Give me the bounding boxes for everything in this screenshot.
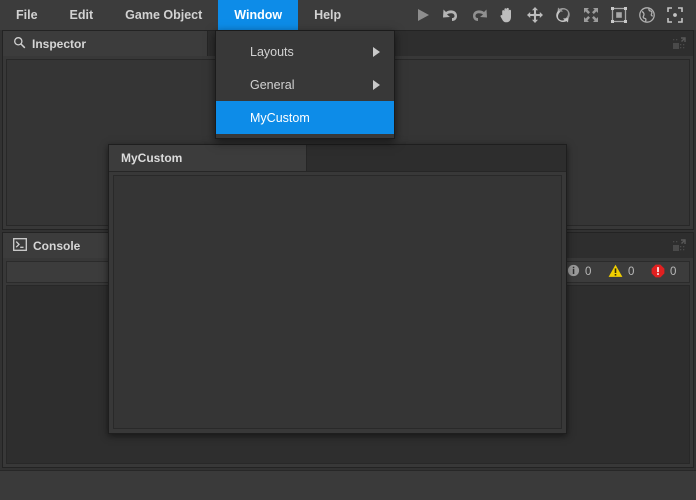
submenu-arrow-icon — [373, 79, 380, 90]
tab-inspector-label: Inspector — [32, 36, 87, 51]
menu-bar: File Edit Game Object Window Help — [0, 0, 696, 30]
status-bar — [0, 470, 696, 500]
console-counter-info-value: 0 — [585, 266, 592, 278]
menu-game-object[interactable]: Game Object — [109, 0, 218, 30]
play-icon[interactable] — [410, 2, 436, 28]
mycustom-content — [113, 175, 562, 429]
move-tool-icon[interactable] — [522, 2, 548, 28]
undo-icon[interactable] — [438, 2, 464, 28]
tab-mycustom[interactable]: MyCustom — [109, 145, 307, 171]
menu-item-mycustom[interactable]: MyCustom — [216, 101, 394, 134]
tab-mycustom-label: MyCustom — [121, 151, 183, 165]
menu-item-general-label: General — [250, 77, 295, 92]
maximize-icon[interactable] — [671, 36, 687, 52]
menu-edit[interactable]: Edit — [54, 0, 110, 30]
console-counter-warning[interactable]: 0 — [600, 264, 643, 281]
globe-icon[interactable] — [634, 2, 660, 28]
rect-transform-icon[interactable] — [606, 2, 632, 28]
menu-help[interactable]: Help — [298, 0, 357, 30]
search-icon — [13, 36, 26, 52]
hand-tool-icon[interactable] — [494, 2, 520, 28]
menu-file[interactable]: File — [0, 0, 54, 30]
mycustom-window: MyCustom — [108, 144, 567, 434]
menu-item-mycustom-label: MyCustom — [250, 110, 310, 125]
info-icon — [567, 264, 580, 280]
unity-editor-window: File Edit Game Object Window Help Inspec… — [0, 0, 696, 500]
warning-icon — [608, 264, 623, 281]
menu-item-layouts[interactable]: Layouts — [216, 35, 394, 68]
console-terminal-icon — [13, 237, 27, 254]
window-dropdown-menu: Layouts General MyCustom — [215, 30, 395, 139]
menu-item-general[interactable]: General — [216, 68, 394, 101]
console-counter-error-value: 0 — [670, 266, 677, 278]
tab-console-label: Console — [33, 238, 81, 253]
redo-icon[interactable] — [466, 2, 492, 28]
rotate-tool-icon[interactable] — [550, 2, 576, 28]
pivot-center-icon[interactable] — [662, 2, 688, 28]
console-counter-warning-value: 0 — [628, 266, 635, 278]
menu-item-layouts-label: Layouts — [250, 44, 294, 59]
console-counters: 0 0 0 — [559, 262, 685, 282]
scale-tool-icon[interactable] — [578, 2, 604, 28]
maximize-icon[interactable] — [671, 238, 687, 254]
main-toolbar — [410, 0, 694, 30]
menu-window[interactable]: Window — [218, 0, 299, 30]
error-icon — [651, 264, 665, 281]
mycustom-tab-row: MyCustom — [109, 145, 566, 172]
console-counter-error[interactable]: 0 — [643, 264, 685, 281]
submenu-arrow-icon — [373, 46, 380, 57]
tab-inspector[interactable]: Inspector — [3, 31, 208, 56]
